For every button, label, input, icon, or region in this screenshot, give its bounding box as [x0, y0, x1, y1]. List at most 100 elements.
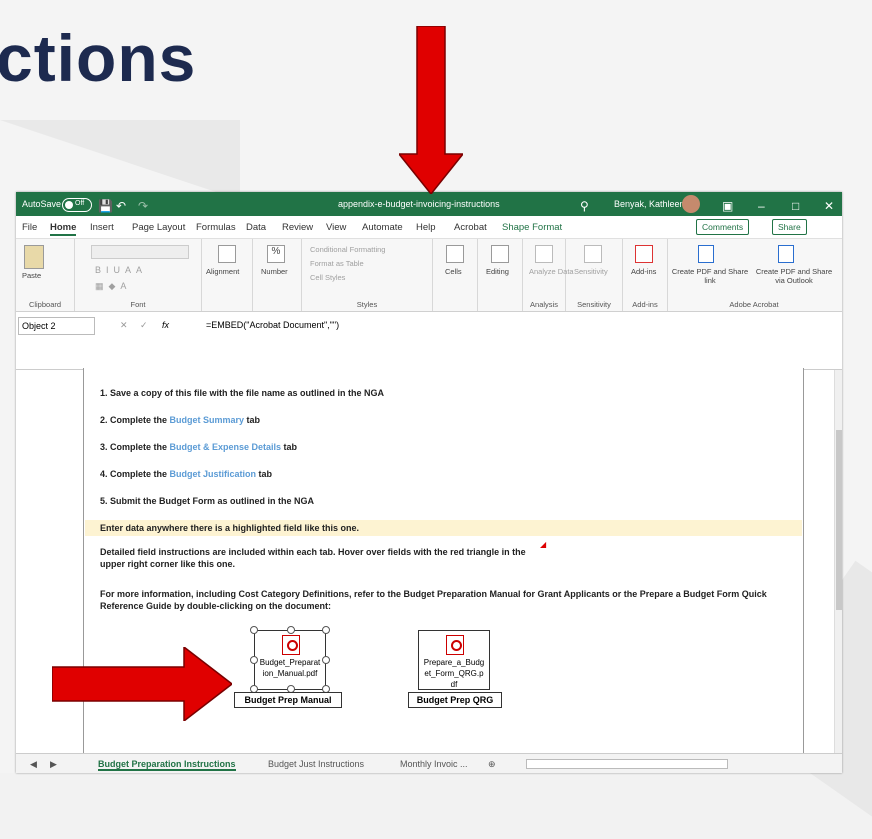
tab-page-layout[interactable]: Page Layout — [132, 222, 185, 233]
tab-data[interactable]: Data — [246, 222, 266, 233]
user-name[interactable]: Benyak, Kathleen — [614, 199, 685, 209]
tab-automate[interactable]: Automate — [362, 222, 403, 233]
cancel-icon[interactable]: ✕ — [120, 320, 128, 331]
pdf-filename: Budget_Preparation_Manual.pdf — [259, 658, 321, 678]
editing-icon — [491, 245, 509, 263]
budget-summary-link[interactable]: Budget Summary — [170, 415, 245, 425]
pdf-filename: Prepare_a_Budget_Form_QRG.pdf — [423, 658, 485, 689]
undo-icon[interactable]: ↶ — [116, 199, 126, 213]
enter-icon[interactable]: ✓ — [140, 320, 148, 331]
search-icon[interactable]: ⚲ — [580, 199, 589, 213]
number-group[interactable]: % Number — [253, 239, 302, 311]
paste-label[interactable]: Paste — [22, 271, 41, 280]
detailed-note: Detailed field instructions are included… — [100, 547, 526, 569]
number-label: Number — [261, 267, 288, 276]
step-3: 3. Complete the Budget & Expense Details… — [100, 442, 298, 452]
tab-home[interactable]: Home — [50, 222, 77, 236]
formula-input[interactable]: =EMBED("Acrobat Document","") — [206, 320, 339, 330]
tab-view[interactable]: View — [326, 222, 346, 233]
fill-color-icon[interactable]: ▦ ◆ A — [95, 281, 126, 292]
ribbon-display-icon[interactable]: ▣ — [722, 199, 733, 213]
budget-expense-details-link[interactable]: Budget & Expense Details — [170, 442, 282, 452]
conditional-formatting-button[interactable]: Conditional Formatting — [310, 245, 385, 254]
pdf-icon — [282, 635, 300, 655]
close-icon[interactable]: ✕ — [824, 199, 834, 213]
sensitivity-icon[interactable] — [584, 245, 602, 263]
bold-icon[interactable]: B I U A A — [95, 265, 142, 275]
tab-help[interactable]: Help — [416, 222, 436, 233]
tab-budget-just-instructions[interactable]: Budget Just Instructions — [268, 759, 364, 769]
slide-title: ctions — [0, 21, 197, 95]
budget-justification-link[interactable]: Budget Justification — [170, 469, 257, 479]
clipboard-group: Paste Clipboard — [16, 239, 75, 311]
create-pdf-icon[interactable] — [698, 245, 714, 263]
format-as-table-button[interactable]: Format as Table — [310, 259, 364, 268]
minimize-icon[interactable]: – — [758, 199, 765, 213]
red-arrow-down-icon — [399, 26, 463, 194]
sensitivity-button-label[interactable]: Sensitivity — [574, 267, 608, 276]
red-arrow-right-icon — [52, 647, 232, 721]
tab-acrobat[interactable]: Acrobat — [454, 222, 487, 233]
alignment-group[interactable]: Alignment — [202, 239, 253, 311]
pdf-icon — [446, 635, 464, 655]
add-sheet-icon[interactable]: ⊕ — [488, 759, 496, 770]
analysis-group: Analyze Data Analysis — [523, 239, 574, 311]
horizontal-scrollbar[interactable] — [526, 759, 728, 769]
editing-group[interactable]: Editing — [478, 239, 523, 311]
budget-prep-qrg-pdf[interactable]: Prepare_a_Budget_Form_QRG.pdf — [418, 630, 490, 690]
addins-label: Add-ins — [632, 300, 658, 309]
editing-label: Editing — [486, 267, 509, 276]
sensitivity-label: Sensitivity — [577, 300, 611, 309]
resize-handle[interactable] — [322, 626, 330, 634]
resize-handle[interactable] — [322, 656, 330, 664]
name-box[interactable]: Object 2 — [18, 317, 95, 335]
tab-budget-preparation-instructions[interactable]: Budget Preparation Instructions — [98, 759, 236, 771]
create-pdf-share-link-button[interactable]: Create PDF and Share link — [670, 267, 750, 285]
redo-icon[interactable]: ↷ — [138, 199, 148, 213]
cells-label: Cells — [445, 267, 462, 276]
create-pdf-outlook-icon[interactable] — [778, 245, 794, 263]
budget-prep-manual-caption: Budget Prep Manual — [234, 692, 342, 708]
analyze-data-icon[interactable] — [535, 245, 553, 263]
vertical-scrollbar[interactable] — [834, 370, 842, 753]
prev-sheet-icon[interactable]: ◀ — [30, 759, 37, 770]
maximize-icon[interactable]: □ — [792, 199, 799, 213]
avatar[interactable] — [682, 195, 700, 213]
step-5: 5. Submit the Budget Form as outlined in… — [100, 496, 315, 506]
tab-review[interactable]: Review — [282, 222, 313, 233]
save-icon[interactable]: 💾 — [98, 199, 113, 213]
cells-icon — [446, 245, 464, 263]
resize-handle[interactable] — [250, 626, 258, 634]
create-pdf-outlook-button[interactable]: Create PDF and Share via Outlook — [752, 267, 836, 285]
comments-button[interactable]: Comments — [696, 219, 750, 235]
adobe-acrobat-label: Adobe Acrobat — [729, 300, 779, 309]
share-button[interactable]: Share — [772, 219, 807, 235]
cells-group[interactable]: Cells — [433, 239, 478, 311]
sensitivity-group: Sensitivity Sensitivity — [566, 239, 623, 311]
tab-file[interactable]: File — [22, 222, 37, 233]
autosave-toggle[interactable]: Off — [62, 198, 92, 212]
file-title: appendix-e-budget-invoicing-instructions — [338, 199, 500, 209]
resize-handle[interactable] — [250, 656, 258, 664]
tab-formulas[interactable]: Formulas — [196, 222, 236, 233]
next-sheet-icon[interactable]: ▶ — [50, 759, 57, 770]
resize-handle[interactable] — [287, 626, 295, 634]
alignment-icon — [218, 245, 236, 263]
fx-icon[interactable]: fx — [162, 320, 169, 330]
addins-group: Add-ins Add-ins — [623, 239, 668, 311]
background-shape — [0, 120, 240, 200]
tab-insert[interactable]: Insert — [90, 222, 114, 233]
paste-icon[interactable] — [24, 245, 44, 269]
budget-prep-manual-pdf[interactable]: Budget_Preparation_Manual.pdf — [254, 630, 326, 690]
cell-styles-button[interactable]: Cell Styles — [310, 273, 345, 282]
sheet-tabs-bar: ◀ ▶ Budget Preparation Instructions Budg… — [16, 753, 842, 773]
tab-shape-format[interactable]: Shape Format — [502, 222, 562, 233]
addins-button-label[interactable]: Add-ins — [631, 267, 656, 276]
styles-group: Conditional Formatting Format as Table C… — [302, 239, 433, 311]
ribbon: Paste Clipboard B I U A A ▦ ◆ A Font Ali… — [16, 239, 842, 312]
tab-monthly-invoice[interactable]: Monthly Invoic ... — [400, 759, 468, 769]
font-name-field[interactable] — [91, 245, 189, 259]
scroll-thumb[interactable] — [836, 430, 842, 610]
clipboard-label: Clipboard — [28, 300, 62, 309]
addins-icon[interactable] — [635, 245, 653, 263]
